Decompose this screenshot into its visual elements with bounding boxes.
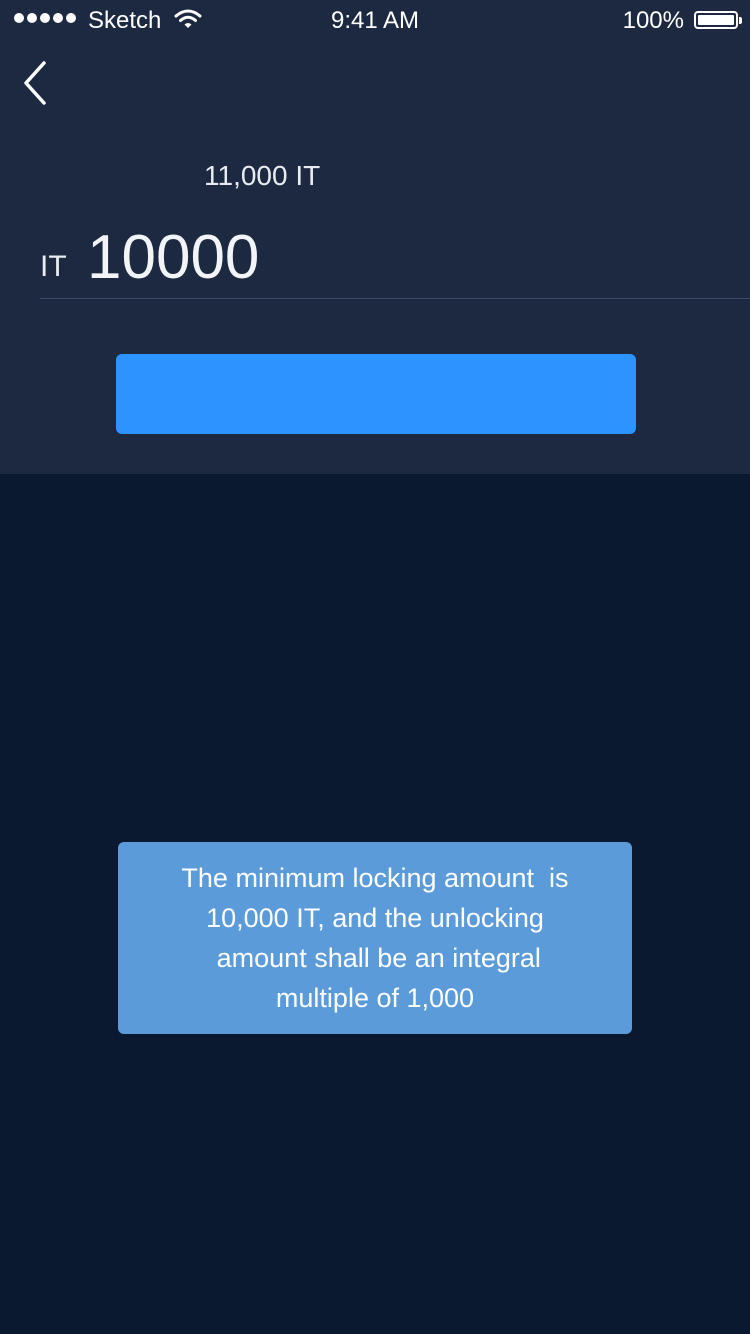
back-button[interactable] xyxy=(18,58,58,108)
amount-unit: IT xyxy=(40,250,67,283)
amount-field: IT xyxy=(40,220,750,299)
toast-message: The minimum locking amount is 10,000 IT,… xyxy=(118,842,632,1034)
toast-text: The minimum locking amount is 10,000 IT,… xyxy=(181,863,569,1013)
battery-percentage: 100% xyxy=(622,7,684,34)
available-balance: 11,000 IT xyxy=(204,160,321,191)
battery-icon xyxy=(694,11,742,29)
chevron-left-icon xyxy=(24,61,46,105)
confirm-button[interactable] xyxy=(116,354,636,434)
status-bar: Sketch 9:41 AM 100% xyxy=(0,0,750,40)
amount-input[interactable] xyxy=(87,220,687,294)
